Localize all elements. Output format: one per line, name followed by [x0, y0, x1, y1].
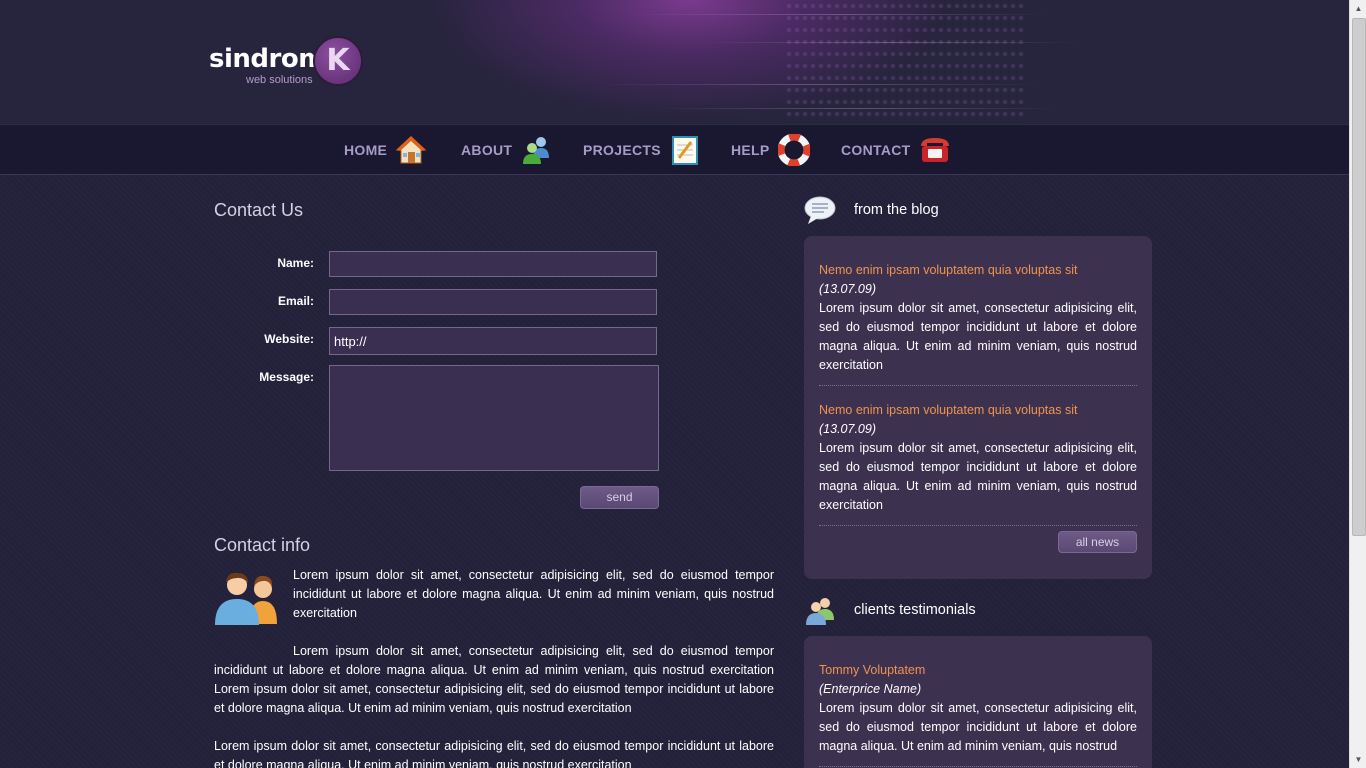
header-decoration-line — [630, 14, 1050, 15]
logo-k-badge: K — [313, 36, 363, 86]
name-field[interactable] — [329, 251, 657, 277]
message-field[interactable] — [329, 365, 659, 471]
blog-title: from the blog — [854, 202, 939, 218]
testimonial-name[interactable]: Tommy Voluptatem — [819, 663, 1137, 677]
testimonial-text: Lorem ipsum dolor sit amet, consectetur … — [819, 701, 1137, 753]
site-logo[interactable]: sindrom K web solutions — [209, 36, 369, 88]
nav-item-home[interactable]: HOME — [344, 125, 427, 174]
send-button[interactable]: send — [580, 486, 659, 509]
email-label: Email: — [277, 294, 314, 308]
blog-post-date: (13.07.09) — [819, 422, 876, 436]
all-news-button[interactable]: all news — [1058, 531, 1137, 553]
nav-item-label: PROJECTS — [583, 141, 661, 158]
header-decoration — [785, 0, 1025, 124]
speech-bubble-icon — [803, 194, 837, 226]
message-label: Message: — [259, 370, 314, 384]
clients-icon — [804, 594, 838, 626]
people-icon — [213, 570, 283, 626]
divider — [819, 766, 1137, 767]
telephone-icon — [919, 134, 951, 166]
testimonial-company: (Enterprice Name) — [819, 682, 922, 696]
email-field[interactable] — [329, 289, 657, 315]
scroll-down-arrow-icon[interactable]: ▼ — [1350, 751, 1366, 768]
users-icon — [520, 134, 552, 166]
nav-item-label: HELP — [731, 141, 770, 158]
contact-info-paragraph: Lorem ipsum dolor sit amet, consectetur … — [214, 739, 774, 768]
scrollbar-thumb[interactable] — [1352, 18, 1366, 536]
scroll-up-arrow-icon[interactable]: ▲ — [1350, 0, 1366, 17]
nav-item-help[interactable]: HELP — [731, 125, 810, 174]
logo-name: sindrom — [209, 44, 325, 74]
testimonials-title: clients testimonials — [854, 602, 976, 618]
contact-us-title: Contact Us — [214, 200, 304, 220]
nav-item-label: HOME — [344, 141, 388, 158]
notepad-icon — [669, 134, 701, 166]
nav-item-projects[interactable]: PROJECTS — [583, 125, 701, 174]
blog-post-date: (13.07.09) — [819, 282, 876, 296]
blog-post-text: Lorem ipsum dolor sit amet, consectetur … — [819, 301, 1137, 372]
nav-item-label: CONTACT — [841, 141, 911, 158]
website-label: Website: — [264, 332, 314, 346]
page-scrollbar[interactable]: ▲ ▼ — [1349, 0, 1366, 768]
nav-item-contact[interactable]: CONTACT — [841, 125, 951, 174]
blog-post-title[interactable]: Nemo enim ipsam voluptatem quia voluptas… — [819, 403, 1137, 417]
lifebuoy-icon — [777, 133, 810, 166]
header-decoration-line — [600, 84, 1040, 85]
contact-info-paragraph: Lorem ipsum dolor sit amet, consectetur … — [293, 568, 774, 620]
main-nav: HOME ABOUT PROJECTS HELP CONTACT — [0, 124, 1349, 175]
divider — [819, 385, 1137, 386]
nav-item-label: ABOUT — [461, 141, 513, 158]
divider — [819, 525, 1137, 526]
website-field[interactable] — [329, 327, 657, 355]
contact-info-title: Contact info — [214, 535, 311, 555]
blog-post-text: Lorem ipsum dolor sit amet, consectetur … — [819, 441, 1137, 512]
blog-post-title[interactable]: Nemo enim ipsam voluptatem quia voluptas… — [819, 263, 1137, 277]
header: sindrom K web solutions — [0, 0, 1349, 124]
logo-tagline: web solutions — [246, 74, 313, 86]
nav-item-about[interactable]: ABOUT — [461, 125, 552, 174]
header-decoration-line — [660, 108, 1060, 109]
contact-info-paragraph: Lorem ipsum dolor sit amet, consectetur … — [214, 644, 774, 715]
house-icon — [395, 134, 427, 166]
name-label: Name: — [277, 256, 314, 270]
header-decoration-line — [700, 42, 1080, 43]
page: sindrom K web solutions HOME ABOUT PROJE… — [0, 0, 1349, 768]
